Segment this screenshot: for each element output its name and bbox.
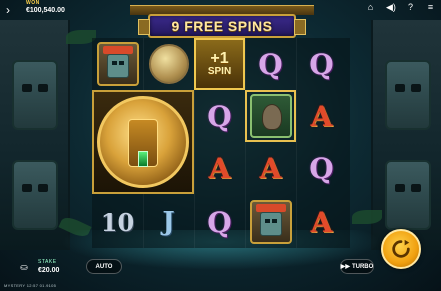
chevron-right-icon[interactable]: › [6,3,10,17]
free-spins-banner: 9 FREE SPINS [138,14,306,38]
turbo-label: TURBO [351,263,374,270]
autoplay-button[interactable]: AUTO [86,259,122,274]
ace-symbol: A [310,99,333,133]
emerald-gem [138,151,148,167]
stone-mask-symbol [96,42,139,86]
stake-value: €20.00 [38,267,60,274]
reel-cell: Q [194,196,245,248]
mask-face [106,54,129,78]
stone-totem-decoration [385,60,431,130]
calendar-coin-symbol [148,44,189,84]
queen-symbol: Q [309,47,334,81]
game-stage: › WON €100,540.00 ⌂ ◀) ? ≡ 9 FREE SPINS [0,0,441,291]
win-label: WON [26,0,40,6]
free-spins-text: 9 FREE SPINS [171,18,273,34]
golden-sun-disc [97,96,189,188]
status-line: MYSTERY 12:57 01.9105 [4,283,57,288]
ace-symbol: A [310,205,333,239]
ace-symbol: A [208,151,231,185]
win-value: €100,540.00 [26,7,65,14]
reel-cell: 10 [92,196,143,248]
sound-icon[interactable]: ◀) [386,3,396,12]
queen-symbol: Q [309,151,334,185]
stake-display[interactable]: STAKE €20.00 [38,259,60,275]
reel-cell [143,38,194,90]
reel-cell: Q [245,38,296,90]
jack-symbol: J [162,207,175,237]
queen-symbol: Q [207,205,232,239]
ace-symbol: A [259,151,282,185]
stone-totem-decoration [12,60,58,130]
reel-5: Q A Q A [296,38,347,248]
mask-crown [255,204,286,212]
queen-symbol: Q [258,47,283,81]
reel-cell: Q [296,142,347,194]
jungle-leaf-decoration [352,210,382,224]
stone-mask-symbol [249,200,292,244]
ten-symbol: 10 [100,207,135,237]
stake-settings-icon[interactable]: ⛀ [16,260,32,274]
reel-cell: A [194,142,245,194]
reel-4: Q A [245,38,296,248]
reel-cell: A [245,142,296,194]
left-temple-pillar [0,20,70,250]
reel-cell: J [143,196,194,248]
queen-symbol: Q [207,99,232,133]
reel-cell: A [296,90,347,142]
reel-cell: A [296,196,347,248]
mask-crown [102,46,133,54]
reel-cell [92,38,143,90]
reel-cell [245,90,296,142]
bottom-hud: ⛀ STAKE €20.00 AUTO ▶▶ TURBO MYSTERY 12:… [0,255,441,291]
refresh-icon [392,239,410,258]
idol-head [261,104,282,130]
turbo-button[interactable]: ▶▶ TURBO [340,259,374,274]
menu-icon[interactable]: ≡ [426,3,435,12]
spin-button[interactable] [381,229,421,269]
hud-icon-group: ⌂ ◀) ? ≡ [366,3,435,12]
giant-golden-idol-symbol [92,90,194,194]
reel-3: +1 SPIN Q A Q [194,38,245,248]
stake-label: STAKE [38,259,57,265]
spin-label: SPIN [207,66,232,77]
plus-one-spin-symbol: +1 SPIN [194,38,245,90]
jungle-idol-symbol [249,94,292,138]
stone-totem-decoration [385,160,431,230]
win-display: WON €100,540.00 [26,0,65,15]
fast-forward-icon: ▶▶ [340,264,350,270]
stone-totem-decoration [12,160,58,230]
help-icon[interactable]: ? [406,3,415,12]
mask-face [259,212,282,236]
reel-cell [245,196,296,248]
reel-cell: Q [194,90,245,142]
reel-grid: 10 J +1 SPIN Q A Q Q A Q A Q A [92,38,350,248]
reel-cell: Q [296,38,347,90]
home-icon[interactable]: ⌂ [366,3,375,12]
plus-one-label: +1 [210,50,229,67]
